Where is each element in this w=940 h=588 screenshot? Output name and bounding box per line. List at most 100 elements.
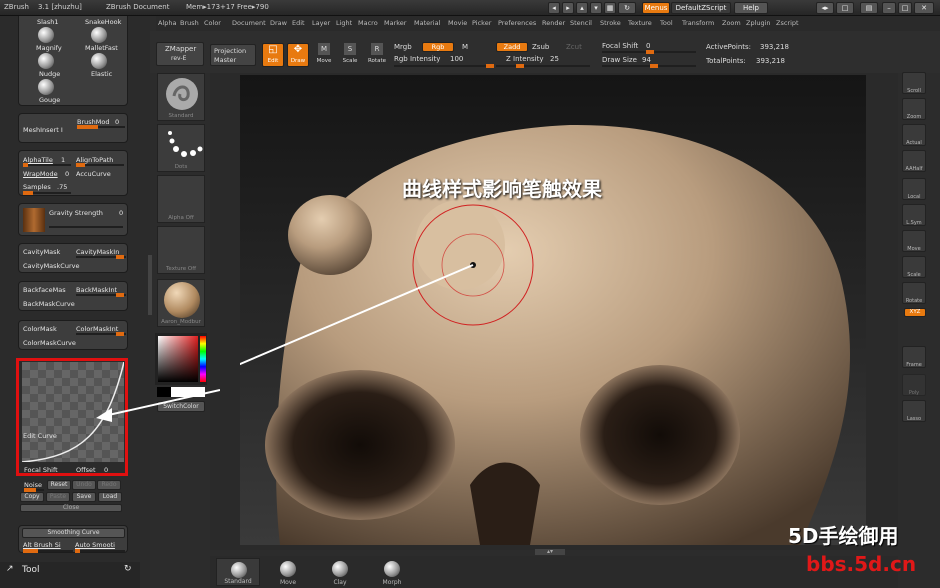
colormask-curve[interactable]: ColorMaskCurve xyxy=(23,339,76,347)
samples-slider[interactable] xyxy=(23,191,71,195)
mrgb-button[interactable]: Mrgb xyxy=(394,43,412,51)
maximize-icon[interactable]: □ xyxy=(836,2,854,14)
close-curve-button[interactable]: Close xyxy=(20,504,122,512)
malletfast-brush-icon[interactable] xyxy=(91,27,107,43)
zadd-button[interactable]: Zadd xyxy=(496,42,528,52)
lsym-button[interactable]: L.Sym xyxy=(902,204,926,226)
menu-material[interactable]: Material xyxy=(414,19,440,27)
draw-size-label[interactable]: Draw Size xyxy=(602,56,637,64)
curve-offset-label[interactable]: Offset xyxy=(76,466,96,474)
minimize-left-icon[interactable]: ◂▸ xyxy=(816,2,834,14)
brush-magnify[interactable]: Magnify xyxy=(36,44,62,52)
menu-tool[interactable]: Tool xyxy=(660,19,673,27)
help-button[interactable]: Help xyxy=(734,2,768,14)
smoothing-curve-button[interactable]: Smoothing Curve xyxy=(22,528,125,538)
zsub-button[interactable]: Zsub xyxy=(532,43,549,51)
m-button[interactable]: M xyxy=(462,43,468,51)
texture-off-thumb[interactable]: Texture Off xyxy=(157,226,205,274)
projection-master-button[interactable]: Projection Master xyxy=(210,44,256,66)
cavity-slider[interactable] xyxy=(76,255,126,259)
z-intensity-slider[interactable] xyxy=(496,64,590,68)
z-intensity-label[interactable]: Z Intensity xyxy=(506,55,544,63)
nav-down-icon[interactable]: ▾ xyxy=(590,2,602,14)
rotate-mode-button[interactable]: R Rotate xyxy=(366,43,388,67)
load-button[interactable]: Load xyxy=(98,492,122,502)
brush-malletfast[interactable]: MalletFast xyxy=(85,44,118,52)
alt-brush-slider[interactable] xyxy=(23,549,73,553)
auto-smooth[interactable]: Auto Smooti xyxy=(75,541,115,549)
move-view-button[interactable]: Move xyxy=(902,230,926,252)
undo-button[interactable]: Undo xyxy=(72,480,96,490)
actual-button[interactable]: Actual xyxy=(902,124,926,146)
nav-left-icon[interactable]: ◂ xyxy=(548,2,560,14)
refresh-icon[interactable]: ↻ xyxy=(124,564,132,574)
menu-stroke[interactable]: Stroke xyxy=(600,19,621,27)
elastic-brush-icon[interactable] xyxy=(91,53,107,69)
reset-button[interactable]: Reset xyxy=(47,480,71,490)
nav-right-icon[interactable]: ▸ xyxy=(562,2,574,14)
aahalf-button[interactable]: AAHalf xyxy=(902,150,926,172)
menu-marker[interactable]: Marker xyxy=(384,19,406,27)
menu-document[interactable]: Document xyxy=(232,19,266,27)
zmapper-button[interactable]: ZMapper rev-E xyxy=(156,42,204,66)
cavitymask-curve[interactable]: CavityMaskCurve xyxy=(23,262,80,270)
dots-stroke-thumb[interactable]: Dots xyxy=(157,124,205,172)
samples-label[interactable]: Samples xyxy=(23,183,51,191)
scale-mode-button[interactable]: S Scale xyxy=(340,43,360,67)
restore-icon[interactable]: □ xyxy=(898,2,912,14)
curve-focal-shift-label[interactable]: Focal Shift xyxy=(24,466,58,474)
focal-shift-label[interactable]: Focal Shift xyxy=(602,42,638,50)
edit-mode-button[interactable]: ◱ Edit xyxy=(262,43,284,67)
backmask-curve[interactable]: BackMaskCurve xyxy=(23,300,75,308)
move-mode-button[interactable]: M Move xyxy=(314,43,334,67)
menu-movie[interactable]: Movie xyxy=(448,19,467,27)
copy-button[interactable]: Copy xyxy=(20,492,44,502)
alt-brush-size[interactable]: Alt Brush Si xyxy=(23,541,61,549)
meshinsert-button[interactable]: MeshInsert I xyxy=(23,126,63,134)
menu-stencil[interactable]: Stencil xyxy=(570,19,592,27)
menu-draw[interactable]: Draw xyxy=(270,19,287,27)
zcut-button[interactable]: Zcut xyxy=(566,43,582,51)
bottom-tray-handle[interactable]: ▴▾ xyxy=(535,549,565,555)
zoom-button[interactable]: Zoom xyxy=(902,98,926,120)
nav-up-icon[interactable]: ▴ xyxy=(576,2,588,14)
scale-view-button[interactable]: Scale xyxy=(902,256,926,278)
scroll-button[interactable]: Scroll xyxy=(902,72,926,94)
gravity-slider[interactable] xyxy=(49,226,123,228)
backmask-intensity[interactable]: BackMaskInt xyxy=(76,286,117,294)
auto-smooth-slider[interactable] xyxy=(75,549,125,553)
noise-slider[interactable] xyxy=(24,488,44,492)
cavitymask-button[interactable]: CavityMask xyxy=(23,248,60,256)
cavitymask-intensity[interactable]: CavityMaskIn xyxy=(76,248,119,256)
backmask-slider[interactable] xyxy=(76,293,126,297)
menu-color[interactable]: Color xyxy=(204,19,221,27)
accucurve-button[interactable]: AccuCurve xyxy=(76,170,111,178)
tool-header[interactable]: ↗ Tool ↻ xyxy=(0,562,140,588)
material-thumb[interactable]: Aaron_Modbur xyxy=(157,279,205,327)
standard-brush-thumb[interactable]: Standard xyxy=(157,73,205,121)
alphatile-slider[interactable] xyxy=(23,163,71,167)
redo-button[interactable]: Redo xyxy=(97,480,121,490)
menu-alpha[interactable]: Alpha xyxy=(158,19,176,27)
menu-macro[interactable]: Macro xyxy=(358,19,378,27)
layout-icon[interactable]: ▤ xyxy=(860,2,878,14)
focal-shift-slider[interactable] xyxy=(602,50,696,54)
tray-standard[interactable]: Standard xyxy=(216,558,260,586)
menus-button[interactable]: Menus xyxy=(642,2,670,14)
xyz-button[interactable]: XYZ xyxy=(904,308,926,317)
rgb-intensity-slider[interactable] xyxy=(394,64,494,68)
close-icon[interactable]: ✕ xyxy=(914,2,934,14)
draw-size-slider[interactable] xyxy=(602,64,696,68)
left-tray-divider[interactable] xyxy=(148,255,152,315)
menu-zoom[interactable]: Zoom xyxy=(722,19,741,27)
alpha-off-thumb[interactable]: Alpha Off xyxy=(157,175,205,223)
document-canvas[interactable]: 曲线样式影响笔触效果 xyxy=(240,75,866,545)
local-button[interactable]: Local xyxy=(902,178,926,200)
menu-layer[interactable]: Layer xyxy=(312,19,330,27)
menu-edit[interactable]: Edit xyxy=(292,19,305,27)
grid-icon[interactable]: ▦ xyxy=(604,2,616,14)
brush-snakehook[interactable]: SnakeHook xyxy=(85,18,121,26)
brush-elastic[interactable]: Elastic xyxy=(91,70,112,78)
menu-render[interactable]: Render xyxy=(542,19,565,27)
gravity-label[interactable]: Gravity Strength xyxy=(49,209,103,217)
